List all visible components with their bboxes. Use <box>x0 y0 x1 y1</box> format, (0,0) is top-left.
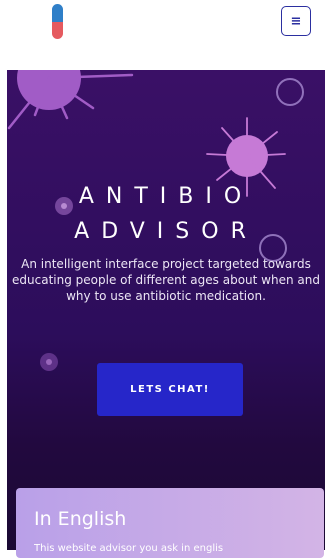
hero-title-line2: ADVISOR <box>74 219 258 244</box>
card-text: This website advisor you ask in englis <box>34 543 224 554</box>
hero-title-line1: ANTIBIO <box>78 184 254 209</box>
navbar: ≡ <box>0 0 328 70</box>
english-card: In English This website advisor you ask … <box>16 488 324 558</box>
card-title: In English <box>34 508 127 530</box>
capsule-logo-icon[interactable] <box>52 4 63 39</box>
virus-large-icon <box>7 70 134 130</box>
bacteria-decoration <box>7 70 304 371</box>
hamburger-icon: ≡ <box>290 13 302 29</box>
ring-top-right <box>276 78 304 106</box>
hero-section: ANTIBIO ADVISOR An intelligent interface… <box>7 70 325 550</box>
capsule-top <box>52 4 63 22</box>
menu-toggle-button[interactable]: ≡ <box>281 6 311 36</box>
lets-chat-button[interactable]: LETS CHAT! <box>97 363 243 416</box>
capsule-bottom <box>52 22 63 39</box>
hero-description: An intelligent interface project targete… <box>12 257 320 303</box>
